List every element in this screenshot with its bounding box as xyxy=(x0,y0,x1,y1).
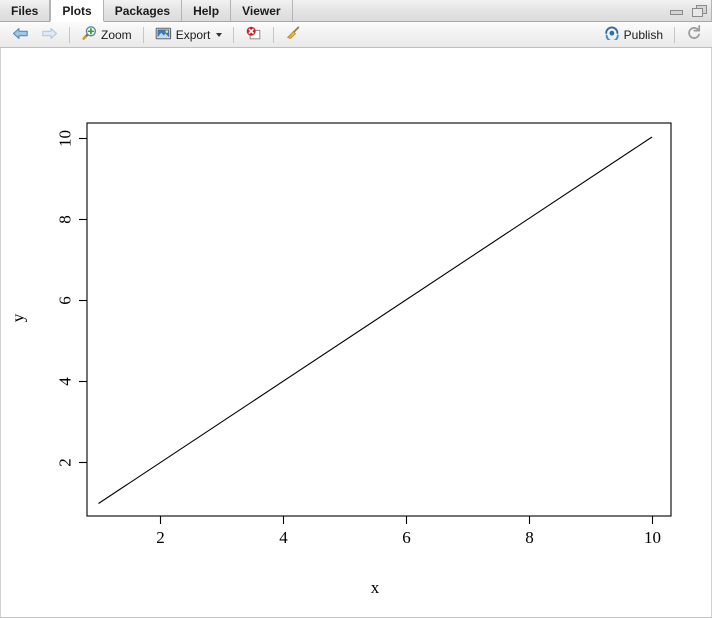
tab-packages-label: Packages xyxy=(114,3,171,18)
x-axis-ticks xyxy=(159,516,654,524)
rstudio-plots-pane: Files Plots Packages Help Viewer Zoom Ex… xyxy=(0,0,712,618)
chevron-down-icon xyxy=(216,32,223,37)
y-axis-title: y xyxy=(9,313,28,322)
y-tick-label: 8 xyxy=(56,215,75,224)
clear-all-plots-button[interactable] xyxy=(279,25,308,45)
tab-files[interactable]: Files xyxy=(0,0,51,21)
tab-plots-label: Plots xyxy=(62,3,92,18)
plot-output-area[interactable]: 2 4 6 8 10 2 4 6 8 10 x y xyxy=(0,48,712,618)
previous-plot-button[interactable] xyxy=(6,25,35,45)
minimize-pane-icon[interactable] xyxy=(670,5,683,17)
x-tick-label: 6 xyxy=(402,528,411,547)
y-axis-ticks xyxy=(79,137,87,464)
tab-help-label: Help xyxy=(193,3,220,18)
arrow-left-icon xyxy=(12,26,29,44)
x-axis-tick-labels: 2 4 6 8 10 xyxy=(156,528,661,547)
publish-button-label: Publish xyxy=(623,27,663,42)
r-base-plot: 2 4 6 8 10 2 4 6 8 10 x y xyxy=(9,122,672,597)
toolbar-separator-2 xyxy=(142,26,144,43)
remove-plot-icon xyxy=(245,26,262,44)
window-controls xyxy=(670,0,707,22)
zoom-button[interactable]: Zoom xyxy=(75,25,138,45)
x-tick-label: 4 xyxy=(279,528,288,547)
x-tick-label: 2 xyxy=(156,528,165,547)
tab-packages[interactable]: Packages xyxy=(104,0,183,21)
magnifier-plus-icon xyxy=(81,25,97,44)
remove-plot-button[interactable] xyxy=(239,25,268,45)
x-axis-title: x xyxy=(371,578,380,597)
export-button-label: Export xyxy=(175,27,211,42)
y-tick-label: 2 xyxy=(56,458,75,467)
export-image-icon xyxy=(155,26,172,44)
toolbar-left-group: Zoom Export xyxy=(0,25,308,45)
plot-data-line xyxy=(98,136,653,504)
x-tick-label: 10 xyxy=(644,528,661,547)
toolbar-separator-5 xyxy=(674,26,675,43)
toolbar-right-group: Publish xyxy=(598,22,708,47)
toolbar-separator-4 xyxy=(273,26,275,43)
refresh-plot-button[interactable] xyxy=(680,25,708,45)
publish-icon xyxy=(604,26,620,43)
tab-files-label: Files xyxy=(11,3,39,18)
y-axis-tick-labels: 2 4 6 8 10 xyxy=(56,130,75,467)
tab-help[interactable]: Help xyxy=(182,0,232,21)
y-tick-label: 10 xyxy=(56,130,75,147)
tab-bar-filler xyxy=(293,0,712,21)
tab-plots[interactable]: Plots xyxy=(50,0,104,22)
refresh-icon xyxy=(686,25,702,44)
broom-icon xyxy=(285,25,302,44)
export-button[interactable]: Export xyxy=(149,25,229,45)
plots-toolbar: Zoom Export Publish xyxy=(0,22,712,48)
tab-viewer[interactable]: Viewer xyxy=(231,0,293,21)
maximize-pane-icon[interactable] xyxy=(692,4,707,18)
toolbar-separator-3 xyxy=(233,26,235,43)
zoom-button-label: Zoom xyxy=(101,27,132,42)
toolbar-separator-1 xyxy=(69,26,70,43)
y-tick-label: 4 xyxy=(56,377,75,386)
tab-viewer-label: Viewer xyxy=(242,3,281,18)
y-tick-label: 6 xyxy=(56,296,75,305)
pane-tab-bar: Files Plots Packages Help Viewer xyxy=(0,0,712,22)
arrow-right-icon xyxy=(41,26,58,44)
x-tick-label: 8 xyxy=(525,528,534,547)
publish-button[interactable]: Publish xyxy=(598,25,669,45)
next-plot-button[interactable] xyxy=(35,25,64,45)
